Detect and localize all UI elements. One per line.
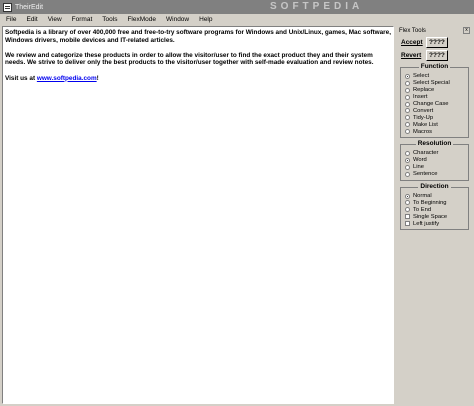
- radio-icon: [405, 164, 410, 170]
- menu-view[interactable]: View: [43, 16, 67, 23]
- function-option-macros[interactable]: Macros: [405, 128, 465, 135]
- option-label: To End: [413, 206, 432, 213]
- resolution-option-word[interactable]: Word: [405, 157, 465, 164]
- left-justify-checkbox[interactable]: Left justify: [405, 220, 465, 227]
- function-option-insert[interactable]: Insert: [405, 94, 465, 101]
- title-bar[interactable]: TheirEdit SOFTPEDIA: [0, 0, 474, 14]
- option-label: Word: [413, 157, 427, 164]
- menu-flexmode[interactable]: FlexMode: [122, 16, 161, 23]
- accept-value-button[interactable]: ????: [426, 37, 448, 48]
- direction-group-title: Direction: [418, 182, 451, 190]
- panel-title: Flex Tools: [399, 27, 426, 34]
- option-label: Make List: [413, 121, 438, 128]
- menu-edit[interactable]: Edit: [21, 16, 42, 23]
- direction-option-normal[interactable]: Normal: [405, 193, 465, 200]
- function-option-change-case[interactable]: Change Case: [405, 101, 465, 108]
- radio-icon: [405, 115, 410, 121]
- resolution-group-title: Resolution: [415, 140, 454, 148]
- resolution-group: Resolution Character Word Line Sentence: [400, 140, 469, 181]
- option-label: Single Space: [413, 213, 448, 220]
- menu-tools[interactable]: Tools: [97, 16, 122, 23]
- visit-text: Visit us at: [5, 74, 37, 82]
- accept-button[interactable]: Accept: [401, 39, 425, 46]
- radio-icon: [405, 94, 410, 100]
- softpedia-link[interactable]: www.softpedia.com: [37, 75, 97, 82]
- option-label: Macros: [413, 128, 433, 135]
- direction-option-to-end[interactable]: To End: [405, 206, 465, 213]
- radio-icon: [405, 150, 410, 156]
- flex-tools-panel: Flex Tools x Accept ???? Revert ???? Fun…: [397, 26, 472, 404]
- function-option-convert[interactable]: Convert: [405, 107, 465, 114]
- checkbox-icon: [405, 214, 410, 220]
- function-option-tidy-up[interactable]: Tidy-Up: [405, 114, 465, 121]
- function-group: Function Select Select Special Replace I…: [400, 63, 469, 139]
- editor-paragraph: We review and categorize these products …: [5, 51, 374, 67]
- window-title: TheirEdit: [15, 3, 44, 11]
- radio-selected-icon: [405, 157, 410, 163]
- menu-format[interactable]: Format: [67, 16, 98, 23]
- radio-selected-icon: [405, 193, 410, 199]
- radio-icon: [405, 207, 410, 213]
- accept-row: Accept ????: [397, 35, 472, 48]
- function-group-title: Function: [418, 63, 451, 70]
- option-label: Line: [413, 164, 424, 171]
- option-label: Convert: [413, 107, 434, 114]
- radio-icon: [405, 101, 410, 107]
- function-option-replace[interactable]: Replace: [405, 87, 465, 94]
- option-label: Character: [413, 150, 439, 157]
- radio-icon: [405, 108, 410, 114]
- option-label: Select Special: [413, 80, 450, 87]
- option-label: Tidy-Up: [413, 114, 434, 121]
- menu-window[interactable]: Window: [161, 16, 194, 23]
- function-option-make-list[interactable]: Make List: [405, 121, 465, 128]
- panel-title-bar: Flex Tools x: [397, 26, 472, 35]
- app-window: TheirEdit SOFTPEDIA File Edit View Forma…: [0, 0, 474, 406]
- radio-icon: [405, 129, 410, 135]
- revert-row: Revert ????: [397, 48, 472, 61]
- single-space-checkbox[interactable]: Single Space: [405, 213, 465, 220]
- editor-paragraph: Softpedia is a library of over 400,000 f…: [5, 29, 391, 44]
- radio-selected-icon: [405, 73, 410, 79]
- resolution-option-sentence[interactable]: Sentence: [405, 171, 465, 178]
- revert-value-button[interactable]: ????: [426, 50, 448, 61]
- watermark: SOFTPEDIA: [270, 1, 364, 12]
- radio-icon: [405, 122, 410, 128]
- option-label: To Beginning: [413, 199, 447, 206]
- app-icon[interactable]: [3, 2, 12, 12]
- menu-file[interactable]: File: [0, 16, 21, 23]
- resolution-option-character[interactable]: Character: [405, 150, 465, 157]
- direction-option-to-beginning[interactable]: To Beginning: [405, 199, 465, 206]
- option-label: Change Case: [413, 101, 449, 107]
- close-icon[interactable]: x: [463, 27, 470, 34]
- option-label: Left justify: [413, 220, 440, 227]
- option-label: Insert: [413, 94, 428, 101]
- revert-button[interactable]: Revert: [401, 52, 425, 59]
- resolution-option-line[interactable]: Line: [405, 164, 465, 171]
- function-option-select-special[interactable]: Select Special: [405, 80, 465, 87]
- radio-icon: [405, 171, 410, 177]
- checkbox-icon: [405, 221, 410, 227]
- radio-icon: [405, 87, 410, 93]
- menu-help[interactable]: Help: [194, 16, 217, 23]
- option-label: Replace: [413, 87, 435, 94]
- editor-paragraph: Visit us at www.softpedia.com!: [5, 75, 391, 83]
- direction-group: Direction Normal To Beginning To End Sin…: [400, 182, 469, 231]
- option-label: Select: [413, 73, 430, 80]
- option-label: Sentence: [413, 171, 438, 178]
- text-editor[interactable]: Softpedia is a library of over 400,000 f…: [2, 26, 394, 404]
- function-option-select[interactable]: Select: [405, 73, 465, 80]
- option-label: Normal: [413, 193, 432, 200]
- radio-icon: [405, 80, 410, 86]
- visit-suffix: !: [96, 74, 99, 82]
- menu-bar: File Edit View Format Tools FlexMode Win…: [0, 14, 474, 25]
- radio-icon: [405, 200, 410, 206]
